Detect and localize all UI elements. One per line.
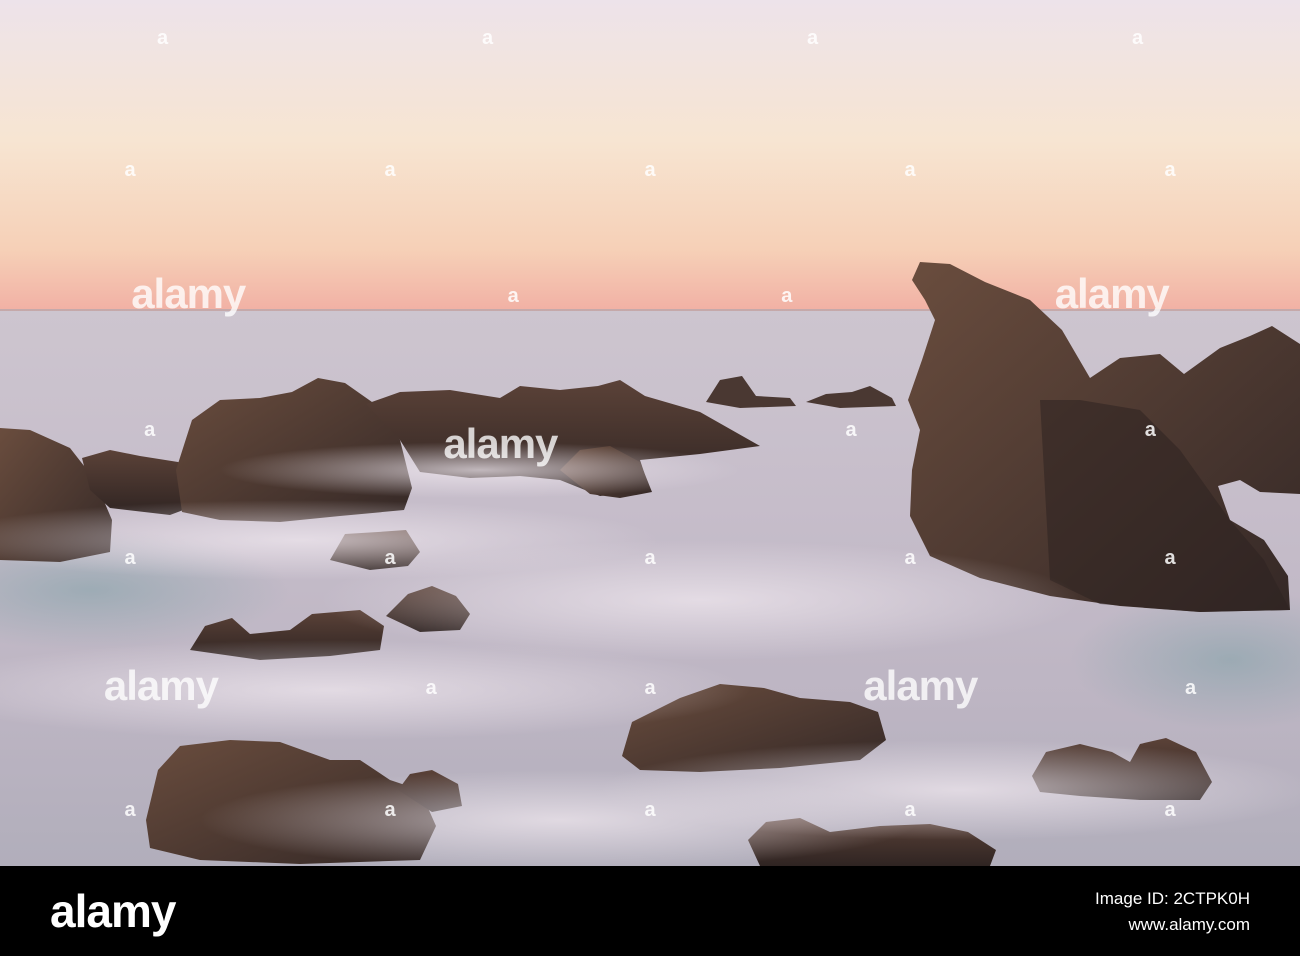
sky bbox=[0, 0, 1300, 312]
site-url: www.alamy.com bbox=[1128, 915, 1250, 934]
alamy-logo: alamy bbox=[50, 885, 176, 937]
mist-band-6 bbox=[220, 442, 740, 498]
mist-band-5 bbox=[200, 770, 920, 866]
image-info: Image ID: 2CTPK0H www.alamy.com bbox=[1095, 886, 1250, 938]
photo-canvas bbox=[0, 0, 1300, 866]
stock-footer-bar: alamy Image ID: 2CTPK0H www.alamy.com bbox=[0, 866, 1300, 956]
stock-photo-stage: a a a a a a a a a alamy a a alamy a alam… bbox=[0, 0, 1300, 956]
image-id-label: Image ID: 2CTPK0H bbox=[1095, 889, 1250, 908]
